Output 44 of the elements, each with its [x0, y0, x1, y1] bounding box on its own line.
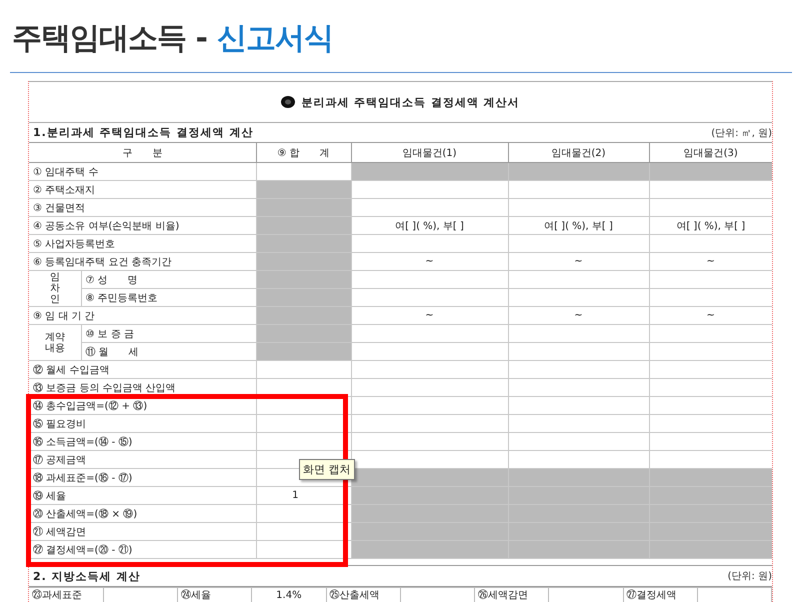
section-title: 1.분리과세 주택임대소득 결정세액 계산	[33, 125, 254, 140]
row-label: ⑮ 필요경비	[29, 414, 256, 432]
field-label: ㉔세율	[178, 588, 252, 602]
row-label: ⑤ 사업자등록번호	[29, 234, 256, 252]
item-cell: ~	[508, 252, 649, 270]
item-cell: 여[ ]( %), 부[ ]	[649, 216, 772, 234]
unit-note: (단위: ㎡, 원)	[711, 126, 772, 140]
row-label: ⑥ 등록임대주택 요건 충족기간	[29, 252, 256, 270]
item-cell: 여[ ]( %), 부[ ]	[351, 216, 508, 234]
row-label: ⑩ 보 증 금	[81, 324, 256, 342]
row-label: ⑲ 세율	[29, 486, 256, 504]
row-label: ④ 공동소유 여부(손익분배 비율)	[29, 216, 256, 234]
row-label: ⑰ 공제금액	[29, 450, 256, 468]
page-title: 주택임대소득 -	[12, 20, 207, 58]
document-title: 분리과세 주택임대소득 결정세액 계산서	[301, 94, 520, 110]
row-label: ③ 건물면적	[29, 198, 256, 216]
item-cell: 여[ ]( %), 부[ ]	[508, 216, 649, 234]
item-cell: ~	[649, 306, 772, 324]
field-label: ㉖세액감면	[474, 588, 549, 602]
item-cell: ~	[649, 252, 772, 270]
field-label: ㉕산출세액	[326, 588, 400, 602]
item-cell: ~	[351, 252, 508, 270]
field-label: ㉗결정세액	[623, 588, 698, 602]
row-label: ⑯ 소득금액=(⑭ - ⑮)	[29, 432, 256, 450]
row-label: ㉒ 결정세액=(⑳ - ㉑)	[29, 540, 256, 558]
row-label: ⑱ 과세표준=(⑯ - ⑰)	[29, 468, 256, 486]
value-cell: 1.4%	[252, 588, 326, 602]
row-label: ② 주택소재지	[29, 180, 256, 198]
row-label: ㉑ 세액감면	[29, 522, 256, 540]
row-label: ⑫ 월세 수입금액	[29, 360, 256, 378]
row-label: ⑪ 월 세	[81, 342, 256, 360]
page-subtitle: 신고서식	[216, 20, 333, 58]
badge-icon	[281, 96, 296, 108]
row-label: ⑨ 임 대 기 간	[29, 306, 256, 324]
row-label: ⑳ 산출세액=(⑱ × ⑲)	[29, 504, 256, 522]
field-label: ㉓과세표준	[29, 588, 104, 602]
row-label: ① 임대주택 수	[29, 162, 256, 180]
item-cell: ~	[508, 306, 649, 324]
item-cell: ~	[351, 306, 508, 324]
row-label: ⑦ 성 명	[81, 270, 256, 288]
tooltip: 화면 캡처	[299, 459, 354, 480]
unit-note: (단위: 원)	[728, 570, 772, 583]
section-title: 2. 지방소득세 계산	[33, 568, 140, 584]
row-label: ⑧ 주민등록번호	[81, 288, 256, 306]
